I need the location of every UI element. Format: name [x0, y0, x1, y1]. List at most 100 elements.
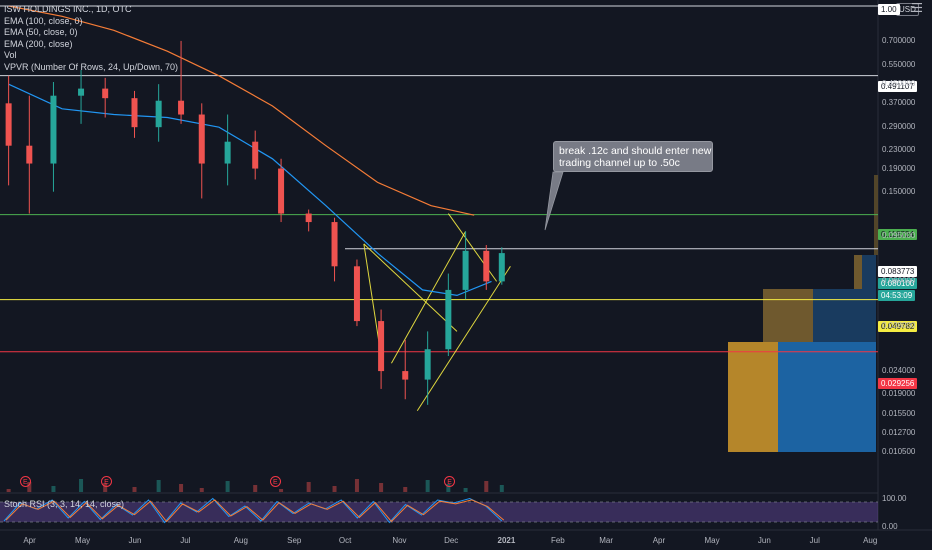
earnings-marker[interactable]: E	[100, 476, 112, 487]
legend-ema50[interactable]: EMA (50, close, 0)	[4, 27, 178, 39]
annotation-callout[interactable]: break .12c and should enter new trading …	[553, 141, 713, 172]
x-tick-label: Oct	[338, 536, 352, 545]
volume-bar	[156, 480, 161, 492]
y-tick-label: 0.095000	[882, 231, 916, 241]
x-tick-label: Jun	[128, 536, 142, 545]
rsi-band	[0, 502, 878, 522]
vpvr-bar	[854, 255, 862, 289]
earnings-marker[interactable]: E	[444, 476, 456, 487]
y-tick-label: 0.019000	[882, 388, 916, 398]
price-tag: 04:53:09	[878, 290, 916, 301]
legend-ema200[interactable]: EMA (200, close)	[4, 39, 178, 51]
candle-body	[78, 88, 85, 96]
rsi-tick-label: 100.00	[882, 494, 907, 503]
x-tick-label: Sep	[287, 536, 302, 545]
vpvr-bar	[862, 255, 876, 289]
candle-body	[424, 349, 431, 380]
menu-icon[interactable]	[912, 3, 922, 12]
y-tick-label: 0.010500	[882, 447, 916, 456]
candle-body	[102, 88, 109, 99]
chart-canvas[interactable]	[0, 0, 932, 550]
legend-ema100[interactable]: EMA (100, close, 0)	[4, 16, 178, 28]
x-tick-label: Nov	[392, 536, 407, 545]
vpvr-bar	[728, 342, 778, 452]
x-tick-label: Apr	[652, 536, 666, 545]
candle-body	[498, 253, 505, 282]
candle-body	[378, 321, 385, 372]
y-tick-label: 0.370000	[882, 98, 916, 108]
candle-body	[26, 145, 33, 164]
y-tick-label: 0.012700	[882, 428, 916, 438]
symbol-title[interactable]: ISW HOLDINGS INC., 1D, OTC	[4, 4, 178, 16]
y-tick-label: 0.290000	[882, 122, 916, 132]
y-tick-label: 0.024000	[882, 366, 916, 376]
legend-vpvr[interactable]: VPVR (Number Of Rows, 24, Up/Down, 70)	[4, 62, 178, 74]
candle-body	[278, 168, 285, 214]
volume-bar	[379, 483, 384, 492]
price-tag: 0.083773	[878, 266, 918, 277]
candle-body	[305, 213, 312, 223]
volume-bar	[425, 480, 430, 492]
volume-bar	[332, 486, 337, 492]
volume-bar	[199, 488, 204, 492]
y-tick-label: 0.038000	[882, 321, 916, 331]
volume-bar	[79, 479, 84, 492]
y-tick-label: 0.700000	[882, 35, 916, 45]
candle-body	[462, 250, 469, 290]
indicator-legend: ISW HOLDINGS INC., 1D, OTC EMA (100, clo…	[4, 4, 178, 73]
volume-bar	[132, 487, 137, 492]
x-tick-label: Feb	[550, 536, 565, 545]
volume-bar	[253, 485, 258, 492]
y-tick-label: 0.450000	[882, 79, 916, 89]
x-tick-label: Aug	[863, 536, 878, 545]
vpvr-bar	[763, 289, 813, 342]
vpvr-bar	[778, 342, 876, 452]
x-tick-label: May	[75, 536, 91, 545]
legend-vol[interactable]: Vol	[4, 50, 178, 62]
volume-bar	[306, 482, 311, 492]
volume-bar	[279, 489, 284, 492]
volume-bar	[179, 484, 184, 492]
earnings-marker[interactable]: E	[19, 476, 31, 487]
volume-bar	[354, 479, 359, 492]
x-tick-label: Dec	[444, 536, 459, 545]
volume-bar	[225, 481, 230, 492]
candle-body	[331, 222, 338, 267]
y-tick-label: 0.230000	[882, 144, 916, 154]
candle-body	[178, 100, 185, 115]
x-tick-label: May	[704, 536, 720, 545]
candle-body	[50, 95, 57, 164]
y-tick-label: 0.190000	[882, 163, 916, 173]
y-tick-label: 0.550000	[882, 59, 916, 69]
candle-body	[353, 266, 360, 322]
x-tick-label: Jul	[180, 536, 191, 545]
stoch-rsi-label[interactable]: Stoch RSI (3, 3, 14, 14, close)	[4, 499, 124, 509]
candle-body	[5, 103, 12, 146]
candle-body	[445, 289, 452, 350]
price-tag: 0.029256	[878, 378, 918, 389]
volume-bar	[499, 485, 504, 492]
earnings-marker[interactable]: E	[269, 476, 281, 487]
x-tick-label: Jul	[809, 536, 820, 545]
callout-line-1: break .12c and should enter new	[559, 145, 712, 157]
price-tag: 1.00	[878, 4, 900, 15]
y-tick-label: 0.015500	[882, 408, 916, 418]
candle-body	[198, 114, 205, 164]
candle-body	[155, 100, 162, 128]
x-tick-label: Aug	[233, 536, 248, 545]
y-tick-label: 0.150000	[882, 186, 916, 196]
volume-bar	[51, 486, 56, 492]
x-tick-label: Apr	[23, 536, 36, 545]
candle-body	[224, 141, 231, 164]
volume-bar	[463, 488, 468, 492]
candle-body	[252, 141, 259, 169]
x-tick-label: Jun	[757, 536, 771, 545]
rsi-tick-label: 0.00	[882, 522, 898, 531]
volume-bar	[484, 481, 489, 492]
volume-bar	[6, 489, 11, 492]
candle-body	[131, 98, 138, 128]
x-tick-label: Mar	[599, 536, 614, 545]
callout-line-2: trading channel up to .50c	[559, 157, 680, 169]
volume-bar	[403, 487, 408, 492]
candle-body	[483, 250, 490, 282]
